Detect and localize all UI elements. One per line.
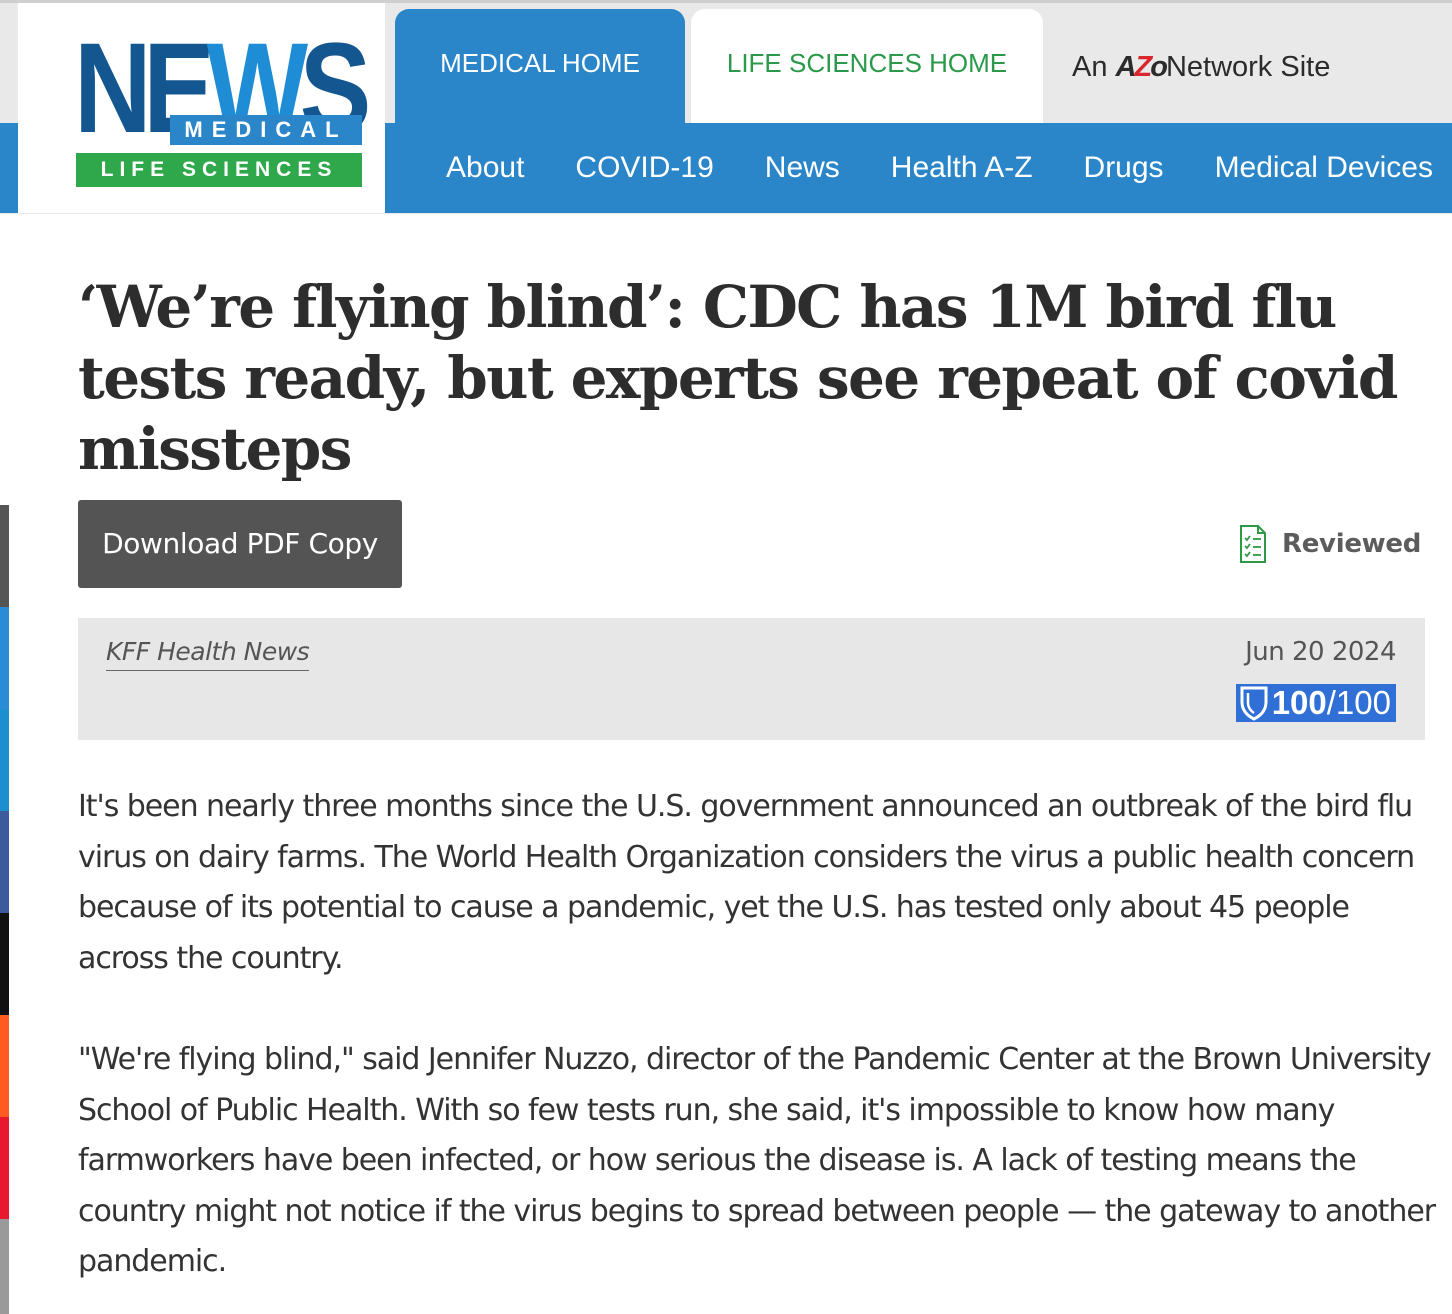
- checklist-icon: [1240, 525, 1266, 563]
- logo-life-sciences-label: LIFE SCIENCES: [76, 153, 362, 187]
- download-pdf-button[interactable]: Download PDF Copy: [78, 500, 402, 588]
- logo-medical-label: MEDICAL: [170, 115, 362, 145]
- article-paragraph: "We're flying blind," said Jennifer Nuzz…: [78, 1042, 1436, 1279]
- reviewed-label: Reviewed: [1282, 529, 1422, 559]
- share-button-reddit[interactable]: [0, 1015, 9, 1117]
- site-logo[interactable]: NEWS MEDICAL LIFE SCIENCES: [18, 3, 385, 213]
- share-button-email[interactable]: [0, 505, 9, 607]
- share-rail: [0, 505, 9, 1314]
- share-button-more[interactable]: [0, 1219, 9, 1314]
- share-button-linkedin[interactable]: [0, 709, 9, 811]
- nav-item-health-a-z[interactable]: Health A-Z: [891, 123, 1033, 213]
- share-button-x[interactable]: [0, 913, 9, 1015]
- source-link[interactable]: KFF Health News: [106, 634, 310, 671]
- nav-item-about[interactable]: About: [446, 123, 524, 213]
- azonetwork-link[interactable]: An AZoNetwork Site: [1072, 48, 1330, 86]
- azo-logo: AZo: [1115, 51, 1168, 83]
- tab-medical-home[interactable]: MEDICAL HOME: [395, 9, 685, 123]
- shield-icon: [1240, 686, 1268, 721]
- nav-item-covid-19[interactable]: COVID-19: [575, 123, 713, 213]
- article-paragraph: It's been nearly three months since the …: [78, 789, 1415, 976]
- article-body: It's been nearly three months since the …: [78, 782, 1438, 1314]
- score-suffix: /100: [1326, 684, 1391, 721]
- share-button-pinterest[interactable]: [0, 1117, 9, 1219]
- main-nav: About COVID-19 News Health A-Z Drugs Med…: [446, 123, 1452, 213]
- nav-item-drugs[interactable]: Drugs: [1084, 123, 1164, 213]
- reviewed-badge[interactable]: Reviewed: [1238, 524, 1421, 564]
- share-button-facebook[interactable]: [0, 811, 9, 913]
- publish-date: Jun 20 2024: [1245, 637, 1396, 667]
- tab-life-sciences-home[interactable]: LIFE SCIENCES HOME: [691, 9, 1043, 123]
- nav-item-news[interactable]: News: [765, 123, 840, 213]
- article-title: ‘We’re flying blind’: CDC has 1M bird fl…: [78, 273, 1398, 483]
- nav-item-medical-devices[interactable]: Medical Devices: [1215, 123, 1433, 213]
- share-button-twitter[interactable]: [0, 607, 9, 709]
- article-meta: KFF Health News Jun 20 2024 100/100: [78, 618, 1425, 740]
- score-value: 100: [1271, 684, 1327, 721]
- score-badge[interactable]: 100/100: [1235, 684, 1396, 722]
